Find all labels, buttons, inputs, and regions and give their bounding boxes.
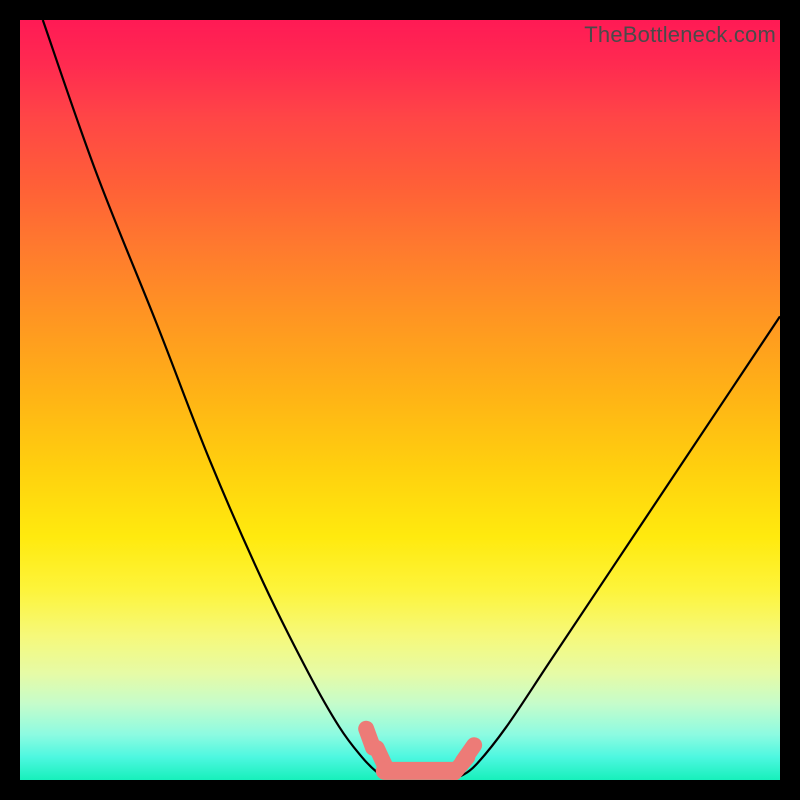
series-left-curve xyxy=(43,20,385,776)
series-right-curve xyxy=(461,316,780,776)
outer-frame: TheBottleneck.com xyxy=(0,0,800,800)
chart-svg xyxy=(20,20,780,780)
marker-layer xyxy=(366,729,474,773)
curve-layer xyxy=(43,20,780,776)
marker-right-dot-lower xyxy=(454,757,467,772)
watermark-text: TheBottleneck.com xyxy=(584,22,776,48)
